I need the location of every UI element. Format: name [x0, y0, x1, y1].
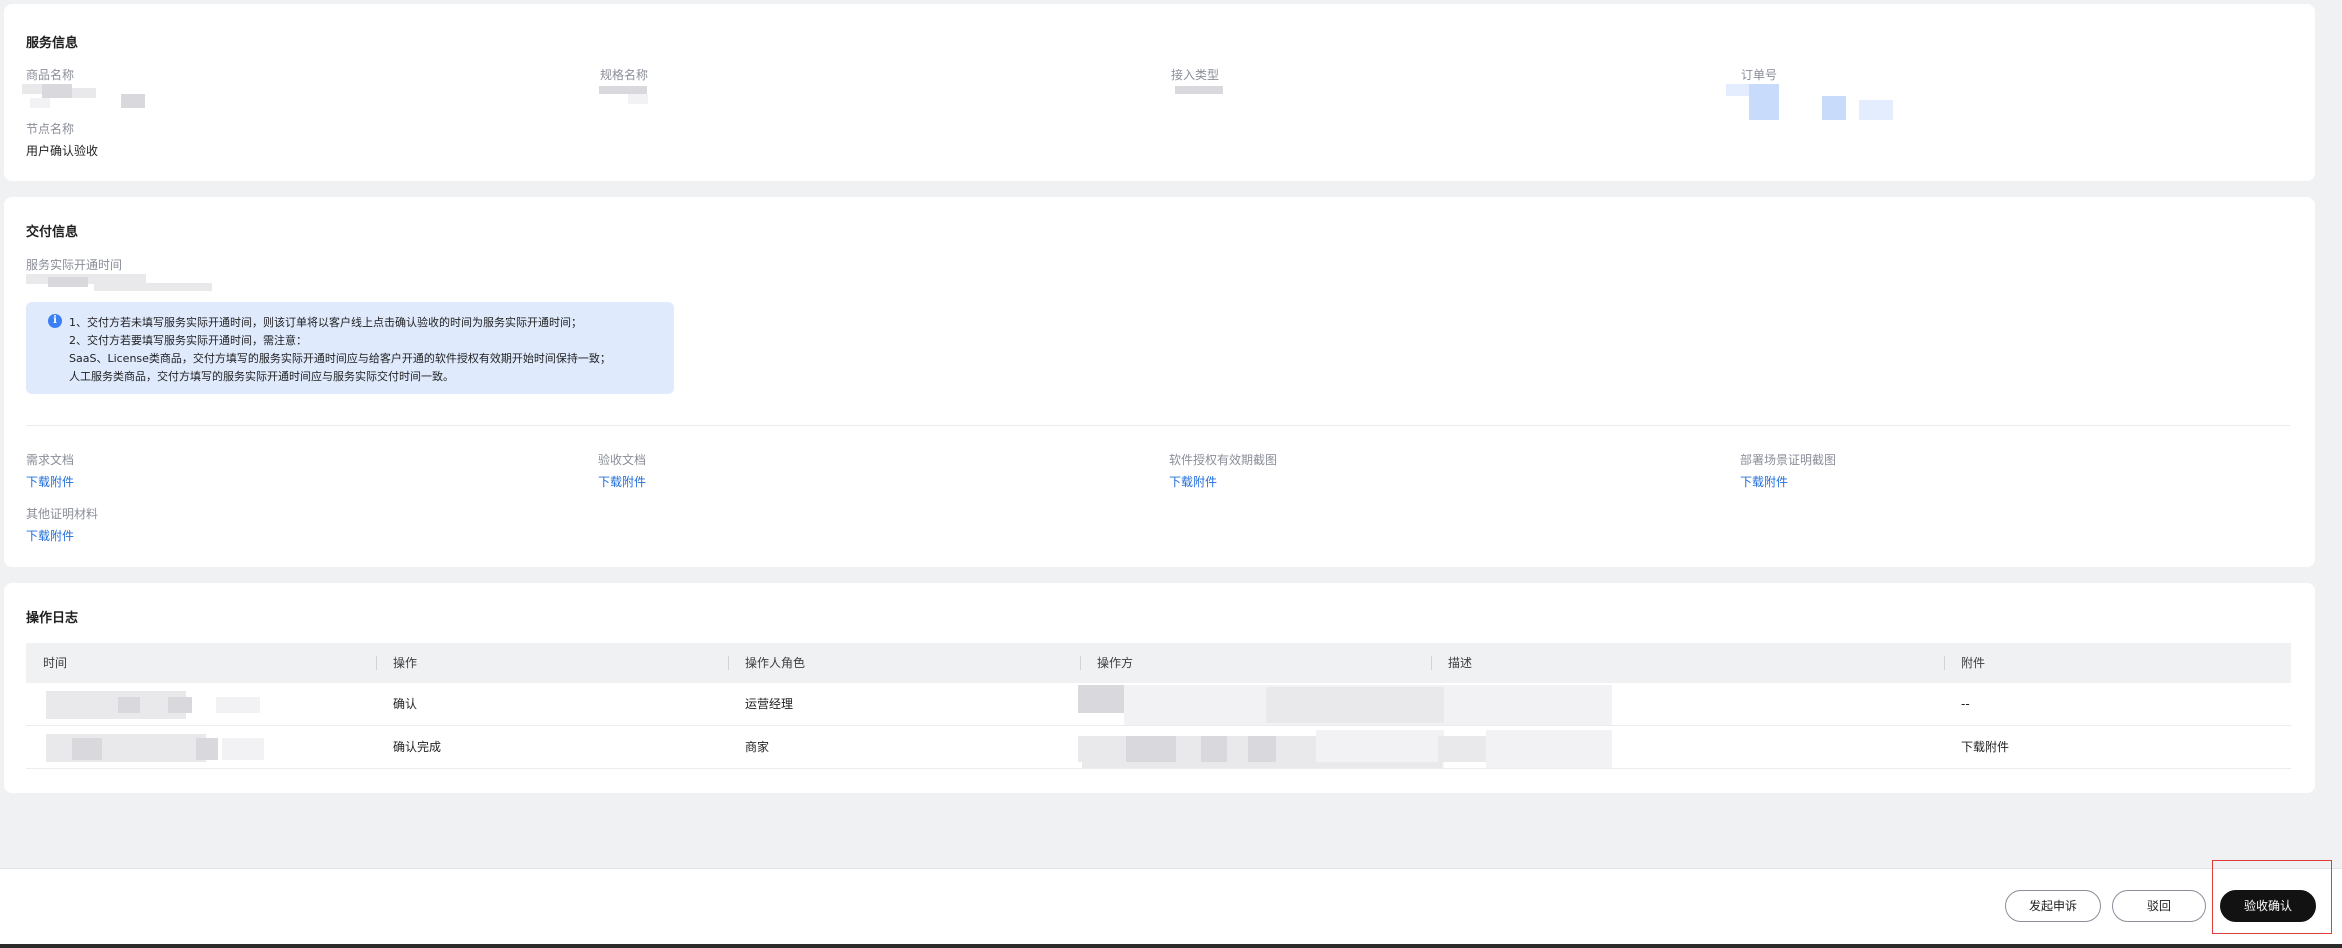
attachment-label-deployment: 部署场景证明截图 [1740, 453, 1837, 467]
node-name-label: 节点名称 [26, 122, 75, 136]
operation-log-card: 操作日志 时间 操作 操作人角色 操作方 描述 附件 确认 运营经理 -- 确认… [4, 583, 2315, 793]
row-action: 确认 [393, 697, 418, 711]
row-attachment: -- [1961, 697, 1970, 711]
notice-box: i 1、交付方若未填写服务实际开通时间，则该订单将以客户线上点击确认验收的时间为… [26, 302, 674, 394]
row-role: 商家 [745, 740, 770, 754]
reject-button[interactable]: 驳回 [2112, 890, 2206, 922]
access-type-label: 接入类型 [1171, 68, 1220, 82]
highlight-box [2212, 860, 2332, 934]
attachment-label-other: 其他证明材料 [26, 507, 99, 521]
attachment-label-license: 软件授权有效期截图 [1169, 453, 1278, 467]
column-header-role: 操作人角色 [745, 656, 806, 670]
column-header-time: 时间 [43, 656, 68, 670]
download-license-link[interactable]: 下载附件 [1169, 473, 1217, 490]
actual-time-label: 服务实际开通时间 [26, 258, 123, 272]
delivery-info-title: 交付信息 [26, 225, 79, 240]
column-header-operator: 操作方 [1097, 656, 1134, 670]
delivery-divider [26, 425, 2290, 426]
download-requirement-link[interactable]: 下载附件 [26, 473, 74, 490]
notice-line-2: 2、交付方若要填写服务实际开通时间，需注意： [69, 334, 307, 347]
table-row: 确认 运营经理 -- [26, 683, 2291, 726]
notice-line-4: 人工服务类商品，交付方填写的服务实际开通时间应与服务实际交付时间一致。 [69, 370, 454, 383]
notice-line-3: SaaS、License类商品，交付方填写的服务实际开通时间应与给客户开通的软件… [69, 352, 611, 365]
column-divider [1080, 656, 1081, 670]
column-header-description: 描述 [1448, 656, 1473, 670]
column-divider [376, 656, 377, 670]
column-header-attachment: 附件 [1961, 656, 1986, 670]
table-header: 时间 操作 操作人角色 操作方 描述 附件 [26, 643, 2291, 683]
column-divider [1944, 656, 1945, 670]
attachment-label-requirement: 需求文档 [26, 453, 75, 467]
download-other-link[interactable]: 下载附件 [26, 527, 74, 544]
product-name-label: 商品名称 [26, 68, 75, 82]
column-divider [1431, 656, 1432, 670]
info-icon: i [48, 314, 62, 328]
bottom-strip [0, 944, 2342, 948]
attachment-label-acceptance: 验收文档 [598, 453, 647, 467]
row-download-attachment-link[interactable]: 下载附件 [1961, 726, 2009, 769]
spec-name-label: 规格名称 [600, 68, 649, 82]
service-info-title: 服务信息 [26, 36, 79, 51]
row-action: 确认完成 [393, 740, 442, 754]
column-header-action: 操作 [393, 656, 418, 670]
notice-line-1: 1、交付方若未填写服务实际开通时间，则该订单将以客户线上点击确认验收的时间为服务… [69, 316, 582, 329]
delivery-info-card: 交付信息 服务实际开通时间 i 1、交付方若未填写服务实际开通时间，则该订单将以… [4, 197, 2315, 567]
order-no-label: 订单号 [1741, 68, 1778, 82]
download-deployment-link[interactable]: 下载附件 [1740, 473, 1788, 490]
service-info-card: 服务信息 商品名称 规格名称 接入类型 订单号 节点名称 用户确认验收 [4, 4, 2315, 181]
table-row: 确认完成 商家 下载附件 [26, 726, 2291, 769]
node-name-value: 用户确认验收 [26, 144, 99, 158]
row-role: 运营经理 [745, 697, 794, 711]
column-divider [728, 656, 729, 670]
operation-log-title: 操作日志 [26, 611, 79, 626]
appeal-button[interactable]: 发起申诉 [2005, 890, 2101, 922]
download-acceptance-link[interactable]: 下载附件 [598, 473, 646, 490]
footer-action-bar [0, 868, 2342, 944]
